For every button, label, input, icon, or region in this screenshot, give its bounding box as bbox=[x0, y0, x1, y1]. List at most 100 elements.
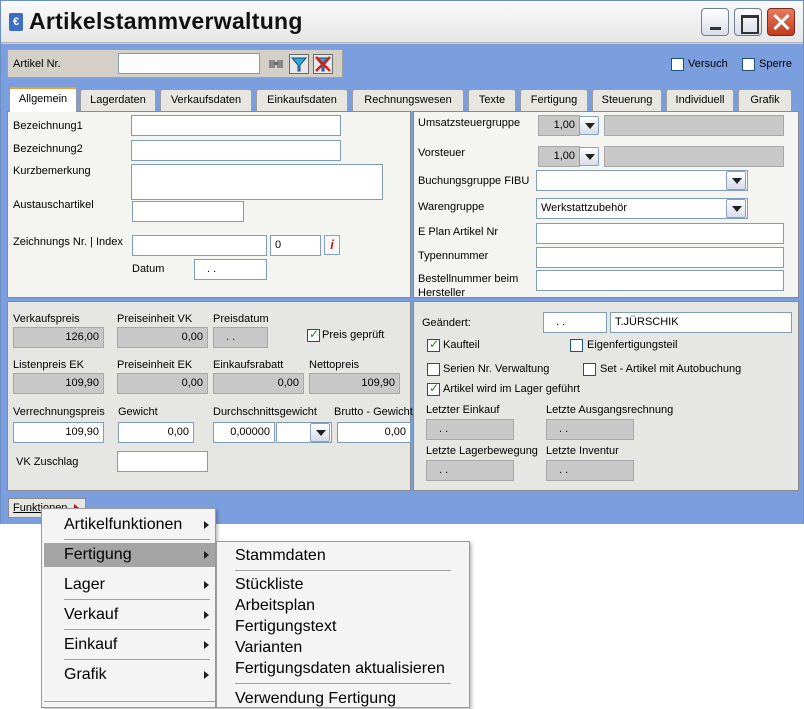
index-input[interactable]: 0 bbox=[270, 235, 321, 256]
binoculars-icon[interactable] bbox=[266, 54, 286, 74]
vk-zuschlag-label: VK Zuschlag bbox=[16, 456, 79, 468]
datum-label: Datum bbox=[132, 263, 165, 275]
tab-grafik[interactable]: Grafik bbox=[738, 89, 792, 111]
menu-item-label: Fertigung bbox=[64, 546, 132, 563]
eplan-label: E Plan Artikel Nr bbox=[418, 226, 499, 238]
submenu-item-stammdaten[interactable]: Stammdaten bbox=[235, 546, 326, 566]
letzte-inventur-field: . . bbox=[546, 460, 634, 481]
set-checkbox[interactable] bbox=[583, 363, 596, 376]
submenu-item-verwendung-fertigung[interactable]: Verwendung Fertigung bbox=[235, 689, 396, 709]
vorsteuer-select[interactable]: 1,00 bbox=[538, 146, 580, 167]
minimize-button[interactable] bbox=[701, 8, 729, 36]
tab-individuell[interactable]: Individuell bbox=[666, 89, 734, 111]
tab-verkaufsdaten[interactable]: Verkaufsdaten bbox=[160, 89, 252, 111]
maximize-button[interactable] bbox=[734, 8, 762, 36]
eplan-input[interactable] bbox=[536, 223, 784, 244]
austauschartikel-input[interactable] bbox=[132, 201, 244, 222]
chevron-down-icon[interactable] bbox=[726, 171, 746, 190]
bezeichnung1-input[interactable] bbox=[131, 115, 341, 136]
submenu-item-stueckliste[interactable]: Stückliste bbox=[235, 575, 303, 595]
letzter-einkauf-label: Letzter Einkauf bbox=[426, 404, 500, 416]
tab-fertigung[interactable]: Fertigung bbox=[520, 89, 588, 111]
lager-checkbox[interactable] bbox=[427, 381, 440, 396]
clear-filter-icon[interactable] bbox=[313, 54, 333, 74]
preisdatum-field: . . bbox=[213, 327, 268, 348]
zeichnungs-nr-label: Zeichnungs Nr. | Index bbox=[13, 236, 123, 248]
durchschnittsgewicht-input[interactable]: 0,00000 bbox=[213, 422, 275, 443]
menu-item-lager[interactable]: Lager bbox=[44, 573, 215, 597]
submenu-item-fertigungsdaten-aktualisieren[interactable]: Fertigungsdaten aktualisieren bbox=[235, 659, 445, 679]
geaendert-label: Geändert: bbox=[422, 317, 471, 329]
eigenfertigungsteil-checkbox[interactable] bbox=[570, 339, 583, 352]
lager-label: Artikel wird im Lager geführt bbox=[443, 383, 580, 395]
submenu-item-fertigungstext[interactable]: Fertigungstext bbox=[235, 617, 336, 637]
info-icon[interactable]: i bbox=[324, 235, 340, 255]
menu-item-verkauf[interactable]: Verkauf bbox=[44, 603, 215, 627]
gewicht-input[interactable]: 0,00 bbox=[118, 422, 194, 443]
menu-item-label: Artikelfunktionen bbox=[64, 516, 183, 533]
kaufteil-checkbox[interactable] bbox=[427, 337, 440, 352]
filter-icon[interactable] bbox=[289, 54, 309, 74]
tab-steuerung[interactable]: Steuerung bbox=[592, 89, 662, 111]
title-bar[interactable]: € Artikelstammverwaltung bbox=[1, 1, 803, 43]
serien-checkbox[interactable] bbox=[427, 363, 440, 376]
durchschnittsgewicht-label: Durchschnittsgewicht bbox=[213, 406, 317, 418]
warengruppe-label: Warengruppe bbox=[418, 201, 485, 213]
typennummer-input[interactable] bbox=[536, 247, 784, 268]
nettopreis-field: 109,90 bbox=[309, 373, 400, 394]
sperre-checkbox[interactable] bbox=[742, 58, 755, 71]
datum-input[interactable]: . . bbox=[194, 259, 267, 280]
tab-rechnungswesen[interactable]: Rechnungswesen bbox=[352, 89, 464, 111]
brutto-gewicht-label: Brutto - Gewicht bbox=[334, 406, 413, 418]
umsatzsteuergruppe-label: Umsatzsteuergruppe bbox=[418, 117, 521, 129]
zeichnungs-nr-input[interactable] bbox=[132, 235, 267, 256]
general-info-panel: Bezeichnung1 Bezeichnung2 Kurzbemerkung … bbox=[7, 111, 411, 298]
kaufteil-label: Kaufteil bbox=[443, 339, 480, 351]
typennummer-label: Typennummer bbox=[418, 250, 489, 262]
kurzbemerkung-input[interactable] bbox=[131, 164, 383, 200]
chevron-down-icon[interactable] bbox=[579, 116, 599, 135]
status-panel: Geändert: . . T.JÜRSCHIK Kaufteil Eigenf… bbox=[413, 301, 799, 491]
verkaufspreis-field: 126,00 bbox=[13, 327, 104, 348]
menu-item-grafik[interactable]: Grafik bbox=[44, 663, 215, 687]
preis-geprueft-checkbox[interactable] bbox=[307, 327, 320, 342]
bestellnummer-input[interactable] bbox=[536, 270, 784, 291]
verrechnungspreis-input[interactable]: 109,90 bbox=[13, 422, 104, 443]
menu-item-label: Verkauf bbox=[64, 606, 119, 623]
tab-allgemein[interactable]: Allgemein bbox=[9, 87, 77, 112]
menu-item-einkauf[interactable]: Einkauf bbox=[44, 633, 215, 657]
tab-bar: Allgemein Lagerdaten Verkaufsdaten Einka… bbox=[7, 87, 799, 112]
chevron-right-icon bbox=[204, 641, 209, 649]
tab-einkaufsdaten[interactable]: Einkaufsdaten bbox=[256, 89, 348, 111]
close-button[interactable] bbox=[767, 8, 795, 36]
buchungsgruppe-select[interactable] bbox=[536, 170, 748, 191]
chevron-down-icon[interactable] bbox=[726, 199, 746, 218]
set-label: Set - Artikel mit Autobuchung bbox=[600, 363, 742, 375]
search-toolbar: Artikel Nr. bbox=[7, 49, 343, 78]
brutto-gewicht-input[interactable]: 0,00 bbox=[337, 422, 411, 443]
versuch-label: Versuch bbox=[688, 58, 728, 70]
letzte-ausgangsrechnung-label: Letzte Ausgangsrechnung bbox=[546, 404, 674, 416]
chevron-down-icon[interactable] bbox=[579, 147, 599, 166]
menu-item-label: Lager bbox=[64, 576, 105, 593]
artikel-nr-input[interactable] bbox=[118, 53, 260, 74]
menu-separator bbox=[64, 659, 210, 660]
einkaufsrabatt-field: 0,00 bbox=[213, 373, 304, 394]
warengruppe-select[interactable]: Werkstattzubehör bbox=[536, 198, 748, 219]
umsatzsteuergruppe-select[interactable]: 1,00 bbox=[538, 115, 580, 136]
vk-zuschlag-input[interactable] bbox=[117, 451, 208, 472]
tab-lagerdaten[interactable]: Lagerdaten bbox=[80, 89, 156, 111]
menu-separator bbox=[235, 683, 451, 684]
chevron-right-icon bbox=[204, 611, 209, 619]
submenu-item-arbeitsplan[interactable]: Arbeitsplan bbox=[235, 596, 315, 616]
bezeichnung2-input[interactable] bbox=[131, 140, 341, 161]
submenu-item-varianten[interactable]: Varianten bbox=[235, 638, 302, 658]
tab-texte[interactable]: Texte bbox=[468, 89, 516, 111]
window-title: Artikelstammverwaltung bbox=[29, 8, 303, 34]
menu-separator bbox=[64, 599, 210, 600]
menu-item-fertigung[interactable]: Fertigung bbox=[44, 543, 215, 567]
menu-item-label: Einkauf bbox=[64, 636, 118, 653]
chevron-down-icon[interactable] bbox=[310, 423, 330, 442]
menu-item-artikelfunktionen[interactable]: Artikelfunktionen bbox=[44, 513, 215, 537]
versuch-checkbox[interactable] bbox=[671, 58, 684, 71]
